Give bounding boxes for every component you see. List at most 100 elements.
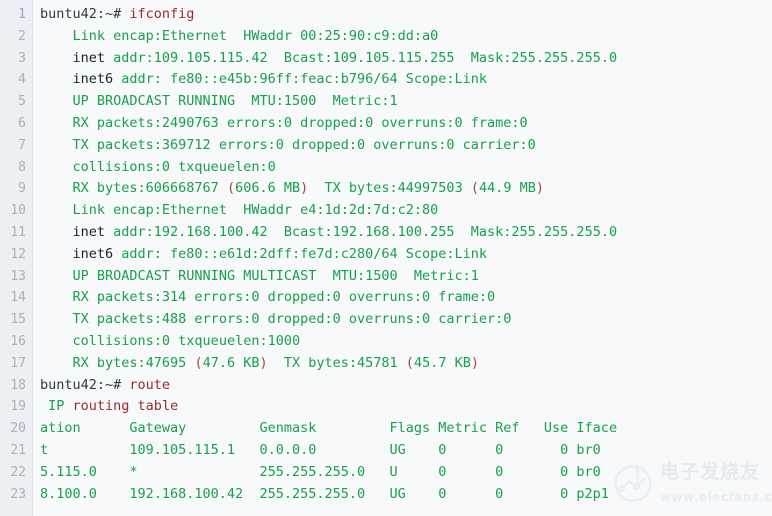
line-number: 23 (10, 486, 26, 502)
terminal-line: RX bytes:606668767 (606.6 MB) TX bytes:4… (40, 178, 772, 200)
terminal-token: TX packets:488 errors:0 dropped:0 overru… (72, 311, 512, 328)
terminal-token: RX packets:314 errors:0 dropped:0 overru… (72, 289, 496, 306)
line-number: 1 (18, 7, 26, 22)
line-number: 3 (18, 50, 26, 66)
terminal-token: ) (259, 354, 268, 371)
terminal-token: 606.6 MB (235, 180, 301, 197)
terminal-line: RX packets:2490763 errors:0 dropped:0 ov… (40, 113, 772, 135)
line-number: 11 (10, 224, 26, 240)
line-number: 22 (10, 464, 26, 480)
terminal-line: 8.100.0 192.168.100.42 255.255.255.0 UG … (40, 484, 772, 506)
terminal-line: Link encap:Ethernet HWaddr 00:25:90:c9:d… (40, 26, 772, 48)
terminal-token: ( (405, 354, 414, 371)
terminal-line: UP BROADCAST RUNNING MTU:1500 Metric:1 (40, 91, 772, 113)
terminal-token: buntu42:~# (40, 6, 130, 22)
line-number: 13 (10, 268, 26, 284)
terminal-line: inet addr:192.168.100.42 Bcast:192.168.1… (40, 222, 772, 244)
line-number: 16 (10, 333, 26, 349)
terminal-token: RX packets:2490763 errors:0 dropped:0 ov… (72, 114, 528, 131)
terminal-line: RX bytes:47695 (47.6 KB) TX bytes:45781 … (40, 353, 772, 375)
terminal-token: t 109.105.115.1 0.0.0.0 UG 0 0 0 br0 (40, 441, 601, 458)
terminal-token: addr: fe80::e45b:96ff:feac:b796/64 Scope… (113, 71, 488, 88)
terminal-output-window: 1 2 3 4 5 6 7 8 9 10 11 12 13 14 15 16 17 18 19 20 21 22 23 bu… (0, 0, 772, 516)
terminal-token: TX packets:369712 errors:0 dropped:0 ove… (72, 136, 536, 153)
terminal-token: Link encap:Ethernet HWaddr e4:1d:2d:7d:c… (72, 202, 439, 219)
terminal-token: routing table (64, 398, 179, 415)
line-number-gutter: 1 2 3 4 5 6 7 8 9 10 11 12 13 14 15 16 17 18 19 20 21 22 23 (0, 0, 33, 516)
line-number: 5 (18, 94, 26, 110)
terminal-line: RX packets:314 errors:0 dropped:0 overru… (40, 287, 772, 309)
line-number: 18 (10, 377, 26, 393)
terminal-token: ( (470, 180, 479, 197)
terminal-token: 44.9 MB (478, 180, 536, 197)
terminal-code-area[interactable]: buntu42:~# ifconfig Link encap:Ethernet … (34, 0, 772, 516)
terminal-token: RX bytes:606668767 (72, 180, 227, 197)
line-number-list: 1 2 3 4 5 6 7 8 9 10 11 12 13 14 15 16 17 18 19 20 21 22 23 (0, 0, 32, 505)
terminal-line: TX packets:369712 errors:0 dropped:0 ove… (40, 135, 772, 157)
terminal-token: 47.6 KB (202, 354, 260, 371)
terminal-token: ) (470, 354, 479, 371)
terminal-token: ation Gateway Genmask Flags Metric Ref U… (40, 420, 618, 437)
terminal-token: inet (72, 49, 106, 66)
terminal-token: UP BROADCAST RUNNING MTU:1500 Metric:1 (72, 93, 398, 110)
line-number: 14 (10, 290, 26, 306)
terminal-token: ifconfig (129, 6, 195, 22)
terminal-line: TX packets:488 errors:0 dropped:0 overru… (40, 309, 772, 331)
line-number: 20 (10, 421, 26, 437)
terminal-line: buntu42:~# route (40, 375, 772, 397)
terminal-line: inet addr:109.105.115.42 Bcast:109.105.1… (40, 48, 772, 70)
terminal-token: 45.7 KB (413, 354, 471, 371)
terminal-token: RX bytes:47695 (72, 354, 195, 371)
terminal-token: ( (226, 180, 236, 197)
terminal-token: ( (194, 354, 203, 371)
terminal-line: t 109.105.115.1 0.0.0.0 UG 0 0 0 br0 (40, 440, 772, 462)
terminal-token: addr:192.168.100.42 Bcast:192.168.100.25… (105, 223, 618, 240)
line-number: 6 (18, 115, 26, 131)
terminal-token: buntu42:~# (40, 376, 130, 393)
terminal-token: 5.115.0 * 255.255.255.0 U 0 0 0 br0 (40, 463, 601, 480)
line-number: 8 (18, 159, 26, 175)
terminal-line: Link encap:Ethernet HWaddr e4:1d:2d:7d:c… (40, 200, 772, 222)
terminal-line: inet6 addr: fe80::e45b:96ff:feac:b796/64… (40, 69, 772, 91)
terminal-token: inet6 (72, 245, 114, 262)
terminal-line: UP BROADCAST RUNNING MULTICAST MTU:1500 … (40, 266, 772, 288)
line-number: 7 (18, 137, 26, 153)
terminal-token: addr: fe80::e61d:2dff:fe7d:c280/64 Scope… (113, 245, 488, 262)
terminal-line: buntu42:~# ifconfig (40, 4, 772, 26)
terminal-token: 8.100.0 192.168.100.42 255.255.255.0 UG … (40, 485, 609, 502)
terminal-token: route (129, 376, 171, 393)
terminal-token: inet (72, 223, 106, 240)
terminal-token: ) (535, 180, 545, 197)
terminal-token: TX bytes:44997503 (308, 180, 471, 197)
terminal-token: collisions:0 txqueuelen:0 (72, 158, 276, 175)
terminal-line: ation Gateway Genmask Flags Metric Ref U… (40, 418, 772, 440)
line-number: 10 (10, 203, 26, 219)
terminal-line: inet6 addr: fe80::e61d:2dff:fe7d:c280/64… (40, 244, 772, 266)
terminal-token: UP BROADCAST RUNNING MULTICAST MTU:1500 … (72, 267, 479, 284)
terminal-token: IP (48, 398, 65, 415)
terminal-token: collisions:0 txqueuelen:1000 (72, 332, 301, 349)
line-number: 2 (18, 28, 26, 44)
terminal-line: collisions:0 txqueuelen:1000 (40, 331, 772, 353)
line-number: 4 (18, 72, 26, 88)
terminal-token: addr:109.105.115.42 Bcast:109.105.115.25… (105, 49, 618, 66)
terminal-line: 5.115.0 * 255.255.255.0 U 0 0 0 br0 (40, 462, 772, 484)
line-number: 15 (10, 312, 26, 328)
terminal-token: Link encap:Ethernet HWaddr 00:25:90:c9:d… (72, 27, 439, 44)
